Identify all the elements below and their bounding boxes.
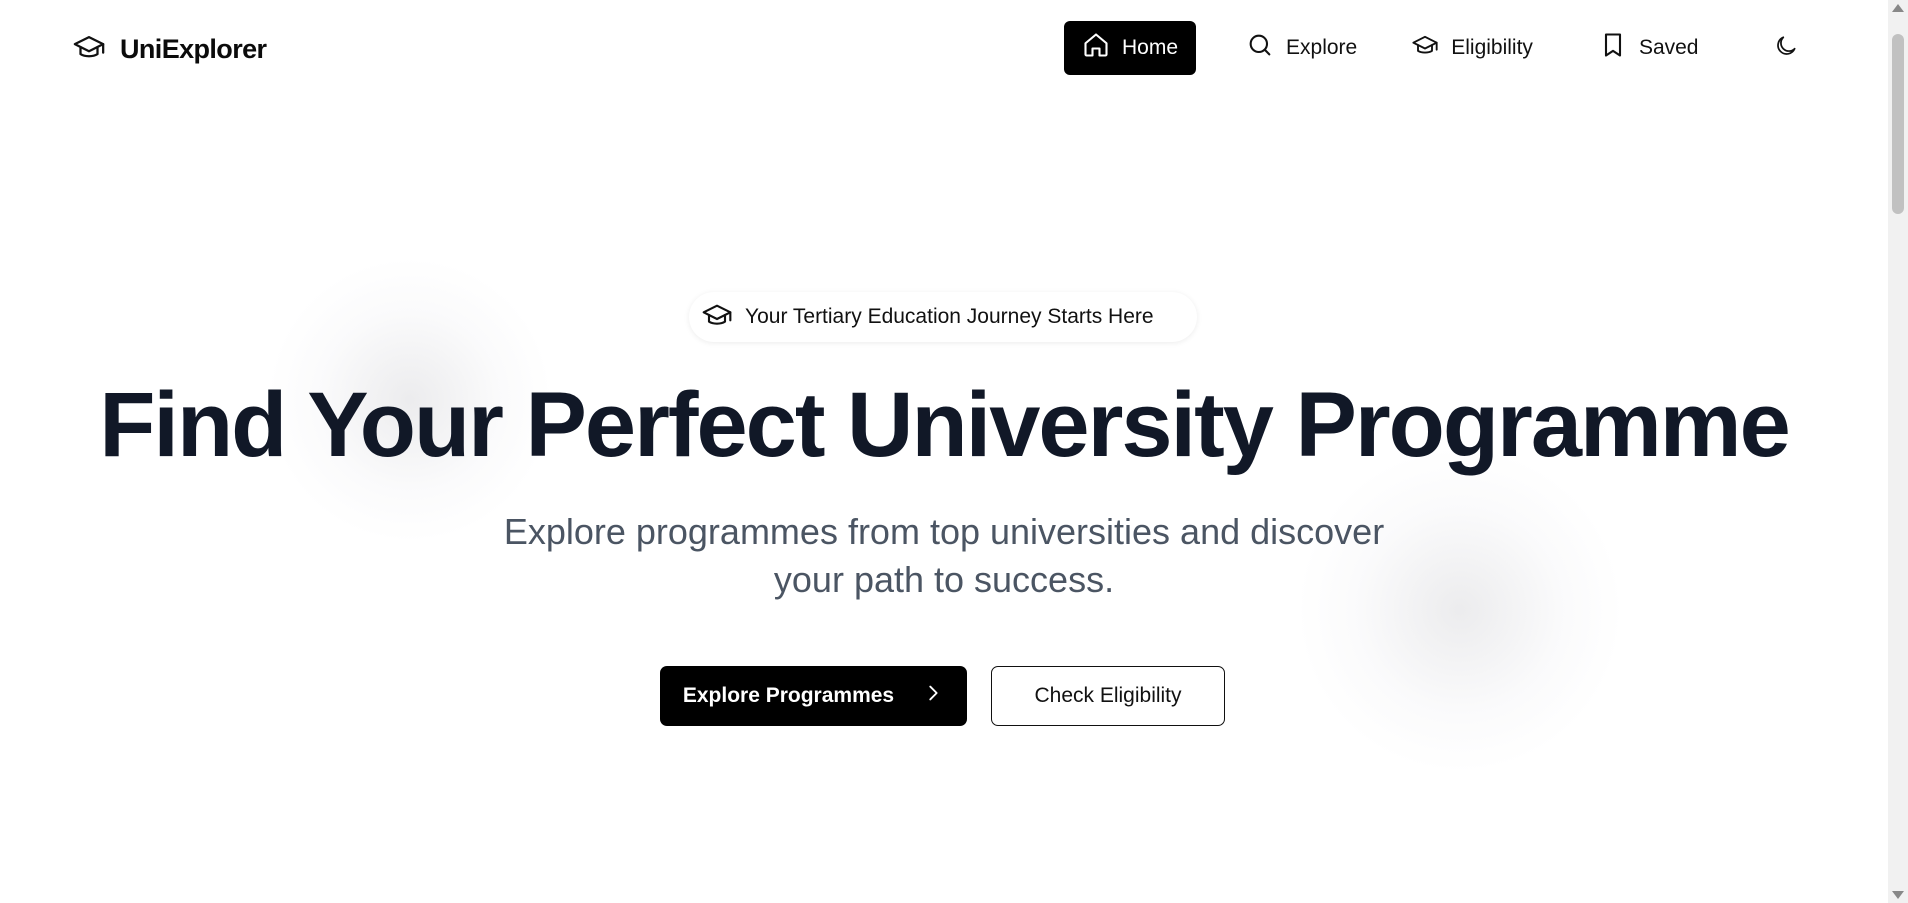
graduation-cap-icon <box>72 30 106 69</box>
hero-badge-text: Your Tertiary Education Journey Starts H… <box>745 305 1154 328</box>
nav-saved-label: Saved <box>1638 36 1699 59</box>
nav-saved[interactable]: Saved <box>1581 21 1717 75</box>
hero-title: Find Your Perfect University Programme <box>99 374 1791 476</box>
vertical-scrollbar[interactable] <box>1888 0 1908 903</box>
decorative-blob <box>1300 450 1620 770</box>
theme-toggle-button[interactable] <box>1770 32 1802 64</box>
hero-subtitle: Explore programmes from top universities… <box>444 508 1444 604</box>
moon-icon <box>1773 33 1799 64</box>
hero-badge: Your Tertiary Education Journey Starts H… <box>689 292 1197 342</box>
scroll-up-arrow-icon[interactable] <box>1892 4 1904 12</box>
hero-subtitle-line-1: Explore programmes from top universities… <box>503 511 1385 552</box>
check-eligibility-button[interactable]: Check Eligibility <box>991 666 1225 726</box>
nav-home-label: Home <box>1122 36 1179 59</box>
bookmark-icon <box>1599 31 1627 65</box>
home-icon <box>1082 31 1110 65</box>
nav-home[interactable]: Home <box>1064 21 1197 75</box>
scrollbar-thumb[interactable] <box>1892 34 1904 214</box>
explore-programmes-label: Explore Programmes <box>682 684 895 707</box>
nav-eligibility-label: Eligibility <box>1451 36 1533 59</box>
hero-subtitle-line-2: your path to success. <box>773 559 1115 600</box>
nav-explore[interactable]: Explore <box>1228 21 1375 75</box>
nav-explore-label: Explore <box>1286 36 1358 59</box>
chevron-right-icon <box>922 682 944 710</box>
page: UniExplorer Home Explore Eligibility Sav… <box>0 0 1888 903</box>
check-eligibility-label: Check Eligibility <box>1034 684 1182 707</box>
brand-logo[interactable]: UniExplorer <box>72 30 267 69</box>
graduation-cap-icon <box>1411 31 1439 65</box>
header: UniExplorer Home Explore Eligibility Sav… <box>0 0 1888 96</box>
scroll-down-arrow-icon[interactable] <box>1892 891 1904 899</box>
nav-eligibility[interactable]: Eligibility <box>1393 21 1551 75</box>
explore-programmes-button[interactable]: Explore Programmes <box>660 666 967 726</box>
graduation-cap-icon <box>701 299 733 336</box>
main-nav: Home Explore Eligibility Saved <box>1064 21 1724 75</box>
brand-name: UniExplorer <box>120 34 267 64</box>
search-icon <box>1246 31 1274 65</box>
